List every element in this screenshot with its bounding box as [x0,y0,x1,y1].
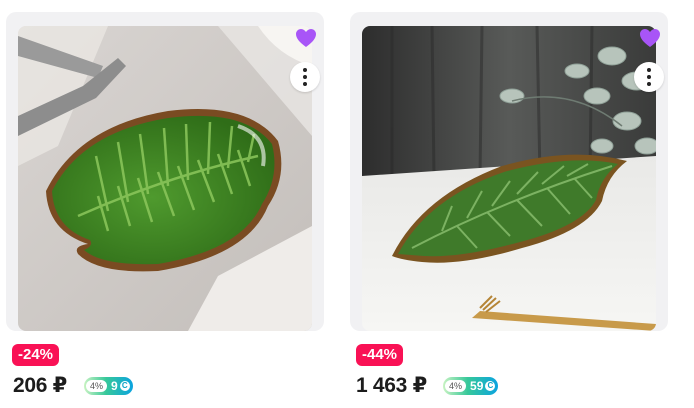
heart-icon [296,29,316,47]
coin-icon: C [119,381,130,391]
discount-badge: -44% [356,344,404,366]
cashback-points: 59 [470,379,484,393]
favorite-button[interactable] [292,24,320,52]
more-options-button[interactable] [290,62,320,92]
more-options-button[interactable] [634,62,664,92]
cashback-percent: 4% [86,380,108,392]
product-card[interactable] [6,12,324,331]
product-image[interactable] [18,26,312,331]
discount-badge: -24% [12,344,60,366]
product-image[interactable] [362,26,656,331]
favorite-button[interactable] [636,24,664,52]
cashback-badge: 4% 59 C [443,377,499,395]
more-vertical-icon [647,68,651,72]
cashback-points: 9 [111,379,118,393]
product-price: 206 ₽ [13,374,67,397]
cashback-badge: 4% 9 C [84,377,133,395]
product-price: 1 463 ₽ [356,374,427,397]
cashback-percent: 4% [445,380,467,392]
product-card[interactable] [350,12,668,331]
heart-icon [640,29,660,47]
more-vertical-icon [303,68,307,72]
coin-icon: C [485,381,496,391]
